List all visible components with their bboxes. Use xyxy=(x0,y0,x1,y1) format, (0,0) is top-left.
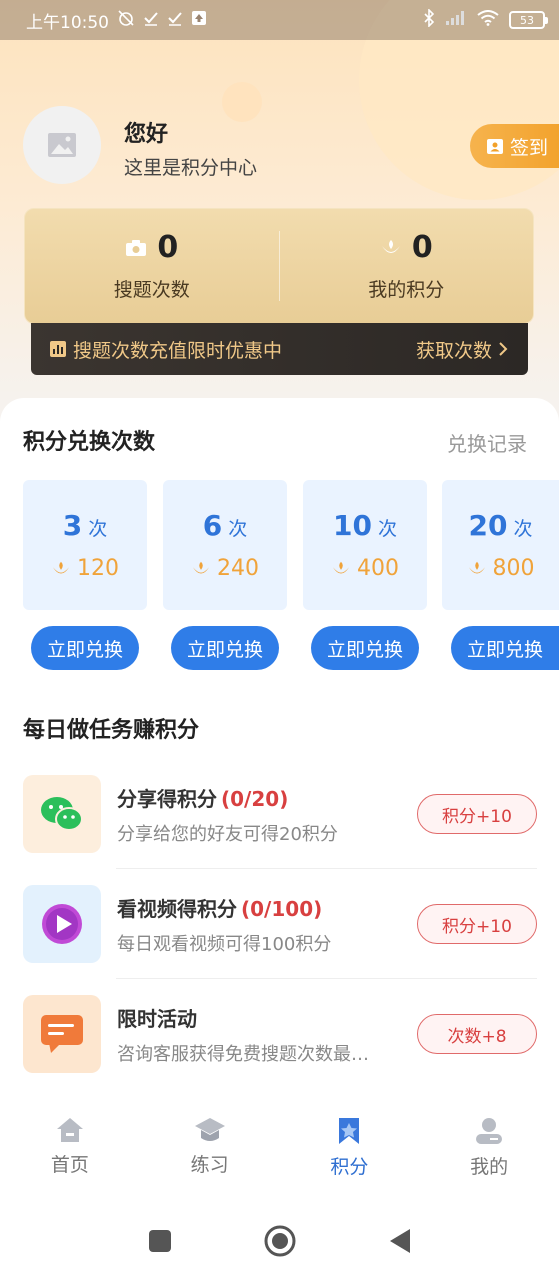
exchange-package-card[interactable]: 20 次 800 xyxy=(442,480,559,610)
redeem-button[interactable]: 立即兑换 xyxy=(31,626,139,670)
divider xyxy=(116,868,537,869)
redeem-button[interactable]: 立即兑换 xyxy=(171,626,279,670)
home-circle-icon[interactable] xyxy=(264,1225,296,1257)
camera-icon xyxy=(126,239,147,256)
task-description: 每日观看视频可得100积分 xyxy=(117,933,332,955)
task-progress: (0/100) xyxy=(241,896,323,921)
wifi-icon xyxy=(477,10,499,30)
tab-label: 首页 xyxy=(50,1154,89,1176)
avatar[interactable] xyxy=(23,106,101,184)
greeting: 您好 xyxy=(124,122,169,147)
package-count: 20 xyxy=(468,509,508,542)
search-count-value: 0 xyxy=(157,230,179,265)
system-nav-bar xyxy=(0,1202,559,1280)
task-item: 限时活动 咨询客服获得免费搜题次数最… 次数+8 xyxy=(23,994,537,1074)
graduation-cap-icon xyxy=(194,1118,225,1141)
task-icon-box xyxy=(23,775,101,853)
points-icon xyxy=(332,561,350,573)
check-icon xyxy=(167,10,183,30)
promo-text: 搜题次数充值限时优惠中 xyxy=(73,339,283,362)
status-time: 上午10:50 xyxy=(26,12,109,33)
recent-apps-icon[interactable] xyxy=(148,1229,172,1253)
redeem-button[interactable]: 立即兑换 xyxy=(451,626,559,670)
exchange-record-link[interactable]: 兑换记录 xyxy=(447,428,527,457)
package-unit: 次 xyxy=(88,518,108,540)
upload-icon xyxy=(191,10,207,30)
task-reward-button[interactable]: 积分+10 xyxy=(417,904,537,944)
wechat-icon xyxy=(41,797,83,831)
package-cost: 800 xyxy=(492,556,535,581)
package-count: 10 xyxy=(333,509,372,542)
tab-practice[interactable]: 练习 xyxy=(140,1098,280,1202)
points-icon xyxy=(192,561,210,573)
home-icon xyxy=(56,1118,83,1142)
check-icon xyxy=(143,10,159,30)
get-count-link[interactable]: 获取次数 xyxy=(416,336,492,363)
task-title: 看视频得积分 xyxy=(117,896,237,921)
search-count-stat: 0 搜题次数 xyxy=(25,230,279,302)
exchange-package-card[interactable]: 10 次 400 xyxy=(303,480,427,610)
task-description: 咨询客服获得免费搜题次数最… xyxy=(117,1043,369,1065)
points-label: 我的积分 xyxy=(368,279,445,301)
package-count: 3 xyxy=(62,509,83,542)
signin-button[interactable]: 签到 xyxy=(470,124,559,168)
package-count: 6 xyxy=(202,509,223,542)
exchange-package-card[interactable]: 3次 120 xyxy=(23,480,147,610)
task-reward-button[interactable]: 次数+8 xyxy=(417,1014,537,1054)
signal-icon xyxy=(445,10,467,30)
decorative-dot xyxy=(222,82,262,122)
bluetooth-icon xyxy=(423,8,435,31)
image-placeholder-icon xyxy=(48,133,76,157)
battery-indicator: 53 xyxy=(509,11,548,29)
package-unit: 次 xyxy=(228,518,248,540)
bottom-tab-bar: 首页 练习 积分 我的 xyxy=(0,1098,559,1202)
bar-chart-icon xyxy=(50,341,66,357)
points-icon xyxy=(52,561,70,573)
task-item: 分享得积分 (0/20) 分享给您的好友可得20积分 积分+10 xyxy=(23,774,537,854)
task-item: 看视频得积分 (0/100) 每日观看视频可得100积分 积分+10 xyxy=(23,884,537,964)
tasks-section-title: 每日做任务赚积分 xyxy=(23,718,200,743)
points-icon xyxy=(381,239,400,253)
profile-icon xyxy=(476,1118,503,1144)
task-reward-button[interactable]: 积分+10 xyxy=(417,794,537,834)
points-stat: 0 我的积分 xyxy=(280,230,534,302)
exchange-section-title: 积分兑换次数 xyxy=(23,430,156,455)
task-title: 分享得积分 xyxy=(117,786,217,811)
points-tab-icon xyxy=(339,1118,360,1144)
task-description: 分享给您的好友可得20积分 xyxy=(117,823,338,845)
tab-label: 练习 xyxy=(190,1154,229,1176)
exchange-package-card[interactable]: 6次 240 xyxy=(163,480,287,610)
search-count-label: 搜题次数 xyxy=(113,279,190,301)
tab-points[interactable]: 积分 xyxy=(280,1098,420,1202)
package-cost: 240 xyxy=(217,556,259,581)
chat-icon xyxy=(41,1015,83,1053)
task-icon-box xyxy=(23,995,101,1073)
package-unit: 次 xyxy=(513,518,533,540)
task-title: 限时活动 xyxy=(117,1006,197,1031)
profile-subtitle: 这里是积分中心 xyxy=(124,157,258,179)
chevron-right-icon xyxy=(499,342,508,356)
task-icon-box xyxy=(23,885,101,963)
divider xyxy=(116,978,537,979)
tab-mine[interactable]: 我的 xyxy=(419,1098,559,1202)
package-cost: 400 xyxy=(357,556,399,581)
back-icon[interactable] xyxy=(388,1228,412,1254)
task-progress: (0/20) xyxy=(221,786,289,811)
points-icon xyxy=(468,561,485,573)
signin-label: 签到 xyxy=(510,136,549,159)
redeem-button[interactable]: 立即兑换 xyxy=(311,626,419,670)
promo-banner[interactable]: 搜题次数充值限时优惠中 获取次数 xyxy=(31,323,528,375)
package-unit: 次 xyxy=(377,518,397,540)
alarm-off-icon xyxy=(117,9,135,31)
calendar-user-icon xyxy=(487,139,503,154)
stats-card: 0 搜题次数 0 我的积分 xyxy=(24,208,534,324)
tab-label: 我的 xyxy=(470,1156,509,1178)
tab-home[interactable]: 首页 xyxy=(0,1098,140,1202)
play-icon xyxy=(42,904,82,944)
status-bar: 上午10:50 53 xyxy=(0,0,559,40)
tab-label: 积分 xyxy=(330,1156,369,1178)
points-value: 0 xyxy=(411,230,433,265)
package-cost: 120 xyxy=(77,556,119,581)
